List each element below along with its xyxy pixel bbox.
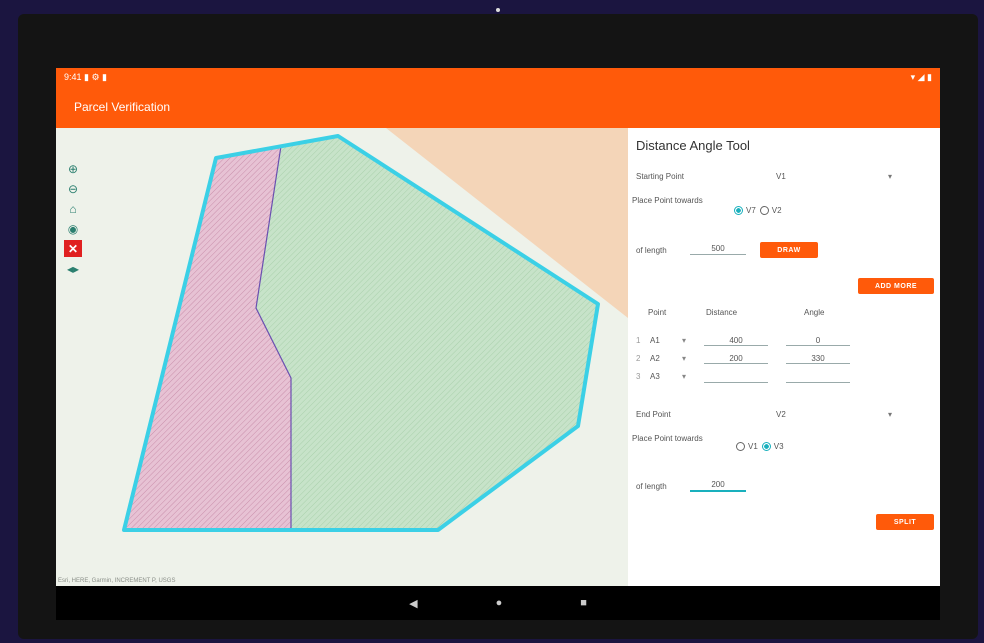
end-point-select[interactable]: V2 — [776, 410, 896, 419]
chevron-down-icon[interactable]: ▾ — [888, 172, 892, 181]
back-icon[interactable]: ◀ — [409, 597, 417, 610]
radio-off-icon — [736, 442, 745, 451]
length-label: of length — [636, 246, 667, 255]
chevron-down-icon[interactable]: ▾ — [888, 410, 892, 419]
app-bar: Parcel Verification — [56, 86, 940, 128]
end-radio-group: V1 V3 — [736, 442, 788, 451]
chevron-down-icon[interactable]: ▾ — [682, 354, 686, 363]
end-length-input[interactable]: 200 — [690, 480, 746, 492]
end-point-label: End Point — [636, 410, 671, 419]
home-nav-icon[interactable]: ● — [496, 597, 503, 609]
system-nav-bar: ◀ ● ■ — [56, 586, 940, 620]
length-value: 500 — [690, 244, 746, 255]
page-title: Parcel Verification — [74, 100, 171, 114]
map-view[interactable]: ⊕ ⊖ ⌂ ◉ ✕ ◂▸ Esri, HERE, Garmin, INCREME… — [56, 128, 628, 586]
chevron-down-icon[interactable]: ▾ — [682, 372, 686, 381]
end-length-label: of length — [636, 482, 667, 491]
place-towards-label: Place Point towards — [632, 196, 703, 205]
camera — [496, 8, 500, 12]
radio-on-icon — [734, 206, 743, 215]
end-place-towards-row: Place Point towards — [632, 434, 703, 443]
start-radio-group: V7 V2 — [734, 206, 786, 215]
length-input[interactable]: 500 — [690, 244, 746, 255]
close-icon[interactable]: ✕ — [64, 240, 82, 257]
split-button[interactable]: SPLIT — [876, 514, 934, 530]
radio-v3[interactable]: V3 — [761, 442, 784, 451]
radio-v1[interactable]: V1 — [736, 442, 758, 451]
locate-icon[interactable]: ◉ — [64, 220, 82, 237]
table-row: 1 A1 ▾ 400 0 — [628, 336, 940, 353]
point-select[interactable]: A3 — [650, 372, 660, 381]
draw-button[interactable]: DRAW — [760, 242, 818, 258]
table-row: 2 A2 ▾ 200 330 — [628, 354, 940, 371]
angle-input[interactable]: 0 — [786, 336, 850, 346]
chevron-down-icon[interactable]: ▾ — [682, 336, 686, 345]
starting-point-label: Starting Point — [636, 172, 685, 181]
radio-v7[interactable]: V7 — [734, 206, 756, 215]
starting-point-value: V1 — [776, 172, 786, 181]
angle-input[interactable]: 330 — [786, 354, 850, 364]
length-row: of length — [636, 246, 667, 255]
place-towards-row: Place Point towards — [632, 196, 703, 205]
home-icon[interactable]: ⌂ — [64, 200, 82, 217]
status-bar: 9:41 ▮ ⚙ ▮ ▾ ◢ ▮ — [56, 68, 940, 86]
radio-on-icon — [761, 442, 771, 451]
end-point-row: End Point — [636, 410, 671, 419]
point-select[interactable]: A1 — [650, 336, 660, 345]
map-attribution: Esri, HERE, Garmin, INCREMENT P, USGS — [58, 578, 176, 584]
panel-title: Distance Angle Tool — [636, 138, 750, 153]
swipe-icon[interactable]: ◂▸ — [64, 260, 82, 277]
header-distance: Distance — [706, 308, 738, 317]
header-point: Point — [648, 308, 667, 317]
end-length-row: of length — [636, 482, 667, 491]
distance-input[interactable] — [704, 372, 768, 383]
end-length-value: 200 — [690, 480, 746, 492]
radio-off-icon — [759, 206, 769, 215]
device-screen: 9:41 ▮ ⚙ ▮ ▾ ◢ ▮ Parcel Verification ⊕ ⊖… — [56, 68, 940, 620]
end-point-value: V2 — [776, 410, 786, 419]
status-right: ▾ ◢ ▮ — [910, 71, 932, 82]
distance-input[interactable]: 200 — [704, 354, 768, 364]
radio-v2[interactable]: V2 — [759, 206, 782, 215]
point-select[interactable]: A2 — [650, 354, 660, 363]
table-row: 3 A3 ▾ — [628, 372, 940, 389]
starting-point-row: Starting Point — [636, 172, 684, 181]
recents-icon[interactable]: ■ — [580, 597, 587, 609]
map-toolbar: ⊕ ⊖ ⌂ ◉ ✕ ◂▸ — [64, 160, 82, 277]
distance-input[interactable]: 400 — [704, 336, 768, 346]
header-angle: Angle — [804, 308, 825, 317]
angle-input[interactable] — [786, 372, 850, 383]
map-canvas — [56, 128, 628, 586]
add-more-button[interactable]: ADD MORE — [858, 278, 934, 294]
starting-point-select[interactable]: V1 — [776, 172, 896, 181]
status-left: 9:41 ▮ ⚙ ▮ — [64, 71, 107, 82]
zoom-out-icon[interactable]: ⊖ — [64, 180, 82, 197]
zoom-in-icon[interactable]: ⊕ — [64, 160, 82, 177]
end-place-towards-label: Place Point towards — [632, 434, 703, 443]
distance-angle-panel: Distance Angle Tool Starting Point V1 ▾ … — [628, 128, 940, 586]
